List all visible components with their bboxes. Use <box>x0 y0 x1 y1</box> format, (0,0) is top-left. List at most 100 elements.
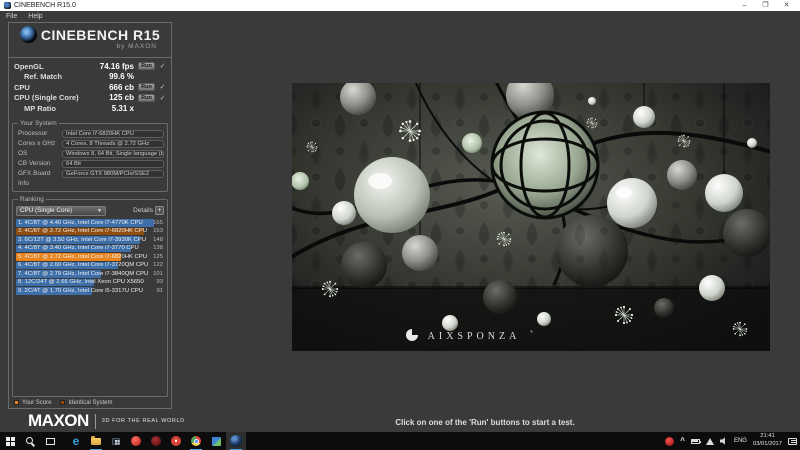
ranking-row[interactable]: 1. 4C/8T @ 4.40 GHz, Intel Core i7-4770K… <box>16 219 164 228</box>
details-expand-button[interactable]: + <box>155 206 164 215</box>
taskbar-edge-icon[interactable]: e <box>66 432 86 450</box>
red-app-1-glyph <box>131 436 141 446</box>
ranking-list: 1. 4C/8T @ 4.40 GHz, Intel Core i7-4770K… <box>16 219 164 296</box>
system-info-row: Info <box>16 179 164 189</box>
chrome-glyph <box>191 436 201 446</box>
result-value: 666 cb <box>109 82 134 92</box>
ranking-row[interactable]: 6. 4C/8T @ 2.60 GHz, Intel Core i7-3720Q… <box>16 261 164 270</box>
taskbar-store-icon[interactable] <box>106 432 126 450</box>
ranking-row[interactable]: 9. 2C/4T @ 1.70 GHz, Intel Core i5-3317U… <box>16 287 164 296</box>
scene-floor <box>292 288 770 351</box>
result-label: CPU (Single Core) <box>14 93 79 103</box>
language-indicator[interactable]: ENG <box>734 438 747 444</box>
ranking-row[interactable]: 5. 4C/8T @ 2.72 GHz, Intel Core i7-6820H… <box>16 253 164 262</box>
ranking-row[interactable]: 8. 12C/24T @ 2.66 GHz, Intel Xeon CPU X5… <box>16 278 164 287</box>
start-glyph <box>5 436 10 441</box>
ranking-row-value: 122 <box>153 262 163 268</box>
edge-glyph: e <box>72 434 80 448</box>
maxon-logo: MAXON 3D FOR THE REAL WORLD <box>28 411 185 431</box>
result-label: Ref. Match <box>24 72 62 82</box>
ranking-filter-value: CPU (Single Core) <box>20 207 73 214</box>
taskbar-search-icon[interactable] <box>20 432 40 450</box>
system-info-row: GFX Board GeForce GTX 980M/PCIe/SSE2 <box>16 169 164 179</box>
menu-bar: File Help <box>0 11 800 22</box>
watermark-registered-mark: ® <box>530 329 533 334</box>
ranking-filter-dropdown[interactable]: CPU (Single Core) ▼ <box>16 205 106 216</box>
menu-help[interactable]: Help <box>28 13 42 20</box>
system-info-row: CB Version 64 Bit <box>16 159 164 169</box>
battery-icon[interactable] <box>690 438 702 444</box>
ranking-row[interactable]: 3. 6C/12T @ 3.50 GHz, Intel Core i7-3930… <box>16 236 164 245</box>
ranking-row-label: 4. 4C/8T @ 3.40 GHz, Intel Core i7-3770 … <box>18 245 139 251</box>
volume-icon[interactable] <box>719 437 725 445</box>
ranking-row-value: 165 <box>153 219 163 226</box>
wifi-icon[interactable] <box>705 437 714 445</box>
system-info-field: GeForce GTX 980M/PCIe/SSE2 <box>62 169 164 178</box>
system-info-label: CB Version <box>18 160 51 167</box>
legend-swatch <box>14 400 19 405</box>
ranking-row[interactable]: 2. 4C/8T @ 2.72 GHz, Intel Core i7-6820H… <box>16 227 164 236</box>
run-button[interactable]: Run <box>138 93 155 102</box>
ranking-row-value: 91 <box>156 287 163 294</box>
taskbar-start-icon[interactable] <box>0 432 20 450</box>
check-icon: ✓ <box>159 94 166 102</box>
taskbar-spacer <box>246 432 665 450</box>
system-info-label: OS <box>18 150 28 157</box>
window-title: CINEBENCH R15.0 <box>14 2 76 9</box>
taskbar-red-app-3-icon[interactable] <box>166 432 186 450</box>
taskbar-photos-icon[interactable] <box>206 432 226 450</box>
tray-antivirus-icon[interactable] <box>665 436 675 446</box>
action-center-icon[interactable] <box>788 437 797 445</box>
legend-label: Your Score <box>22 399 52 406</box>
taskbar-red-app-1-icon[interactable] <box>126 432 146 450</box>
system-info-row: Processor Intel Core i7-6820HK CPU <box>16 129 164 139</box>
ranking-controls: CPU (Single Core) ▼ Details + <box>16 205 164 217</box>
cinebench-logo-byline: by MAXON <box>116 43 157 50</box>
taskbar-red-app-2-icon[interactable] <box>146 432 166 450</box>
taskbar-chrome-icon[interactable] <box>186 432 206 450</box>
red-app-2-glyph <box>151 436 161 446</box>
results-rows: OpenGL 74.16 fps Run ✓ Ref. Match 99.6 %… <box>9 58 171 116</box>
result-label: MP Ratio <box>24 103 56 113</box>
minimize-icon[interactable]: – <box>735 0 754 11</box>
close-icon[interactable]: ✕ <box>777 0 796 11</box>
ranking-row-value: 125 <box>153 253 163 260</box>
result-row: MP Ratio 5.31 x Run ✓ <box>14 103 167 114</box>
maxon-brand-text: MAXON <box>28 411 89 430</box>
file-explorer-glyph <box>91 435 101 445</box>
menu-file[interactable]: File <box>6 13 17 20</box>
result-value: 99.6 % <box>109 72 134 82</box>
ranking-group: Ranking CPU (Single Core) ▼ Details + 1.… <box>12 195 168 397</box>
system-info-label: Processor <box>18 130 48 137</box>
render-scene: AIXSPONZA ® <box>292 83 770 351</box>
tray-chevron-up-icon[interactable]: ^ <box>680 437 685 445</box>
ranking-row[interactable]: 4. 4C/8T @ 3.40 GHz, Intel Core i7-3770 … <box>16 244 164 253</box>
legend-item: Identical System <box>60 399 113 406</box>
cinebench-glyph <box>230 435 242 447</box>
result-value: 74.16 fps <box>99 61 134 71</box>
run-button[interactable]: Run <box>138 62 155 71</box>
system-info-field: Intel Core i7-6820HK CPU <box>62 129 164 138</box>
check-icon: ✓ <box>159 84 166 92</box>
taskbar-cinebench-icon[interactable] <box>226 432 246 450</box>
system-info-label: Info <box>18 180 29 187</box>
result-row: CPU 666 cb Run ✓ <box>14 82 167 93</box>
ranking-row[interactable]: 7. 4C/8T @ 2.79 GHz, Intel Core i7-3840Q… <box>16 270 164 279</box>
taskbar-file-explorer-icon[interactable] <box>86 432 106 450</box>
your-system-title: Your System <box>18 119 59 127</box>
legend-label: Identical System <box>68 399 113 406</box>
run-hint-text: Click on one of the 'Run' buttons to sta… <box>395 418 575 427</box>
ranking-row-value: 93 <box>156 279 163 285</box>
clock-time: 21:41 <box>760 433 775 440</box>
photos-glyph <box>211 436 221 446</box>
legend-item: Your Score <box>14 400 51 406</box>
result-label: OpenGL <box>14 61 44 71</box>
maximize-icon[interactable]: ❐ <box>756 0 775 11</box>
ranking-row-label: 6. 4C/8T @ 2.60 GHz, Intel Core i7-3720Q… <box>18 262 149 268</box>
cinebench-logo-title: CINEBENCH R15 <box>40 26 161 43</box>
taskbar-task-view-icon[interactable] <box>40 432 60 450</box>
chevron-down-icon: ▼ <box>97 207 102 214</box>
taskbar-apps: e <box>0 432 246 450</box>
clock[interactable]: 21:41 03/01/2017 <box>753 433 782 448</box>
run-button[interactable]: Run <box>138 83 155 92</box>
